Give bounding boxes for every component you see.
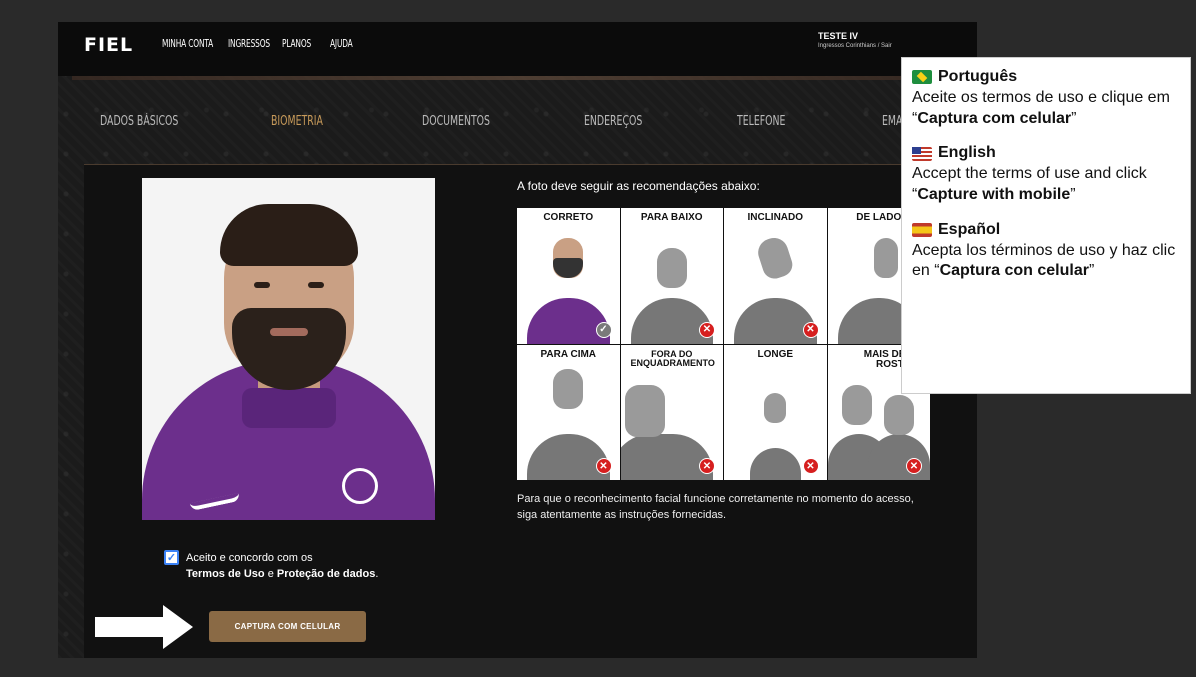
example-head	[624, 384, 665, 437]
example-longe: LONGE ✕	[724, 344, 827, 480]
step-enderecos[interactable]: ENDEREÇOS	[584, 114, 642, 129]
example-label: CORRETO	[543, 212, 594, 223]
example-label: FORA DO ENQUADRAMENTO	[630, 348, 715, 368]
pointer-arrow-icon	[95, 605, 193, 649]
checkmark-icon: ✓	[166, 552, 177, 564]
user-block: TESTE IV Ingressos Corinthians / Sair	[818, 31, 892, 49]
example-label: LONGE	[757, 348, 794, 360]
terms-of-use-link[interactable]: Termos de Uso	[186, 568, 265, 580]
top-bar: FIEL MINHA CONTA INGRESSOS PLANOS AJUDA …	[58, 22, 977, 76]
photo-eye-right	[308, 282, 324, 288]
step-telefone[interactable]: TELEFONE	[737, 114, 785, 129]
example-para-baixo: PARA BAIXO ✕	[620, 208, 723, 344]
example-fora-do-enquadramento: FORA DO ENQUADRAMENTO ✕	[620, 344, 723, 480]
example-head	[656, 248, 687, 288]
instr-pt-bold: Captura com celular	[917, 109, 1072, 127]
club-crest-icon	[342, 468, 378, 504]
consent-text: Aceito e concordo com os Termos de Uso e…	[186, 551, 378, 583]
lang-heading-pt: Português	[938, 68, 1018, 85]
example-body	[527, 297, 610, 344]
example-body	[527, 434, 610, 480]
consent-connector: e	[267, 567, 274, 580]
nav-ajuda[interactable]: AJUDA	[330, 37, 369, 50]
instr-en-after: ”	[1070, 185, 1076, 203]
user-name: TESTE IV	[818, 31, 859, 41]
instr-es-bold: Captura con celular	[939, 262, 1089, 280]
photo-examples-grid: CORRETO ✓ PARA BAIXO ✕ INCLINADO ✕ DE LA…	[517, 208, 930, 480]
example-body	[750, 448, 801, 480]
example-label: PARA BAIXO	[640, 212, 703, 223]
consent-end: .	[375, 567, 379, 580]
header-divider	[72, 76, 963, 80]
user-links[interactable]: Ingressos Corinthians / Sair	[818, 43, 892, 49]
example-para-cima: PARA CIMA ✕	[517, 344, 620, 480]
nav-planos[interactable]: PLANOS	[282, 37, 311, 50]
step-biometria[interactable]: BIOMETRIA	[271, 114, 323, 129]
recommendations-note: Para que o reconhecimento facial funcion…	[517, 493, 914, 521]
step-documentos[interactable]: DOCUMENTOS	[422, 114, 490, 129]
consent-line: Aceito e concordo com os	[186, 552, 313, 564]
check-icon: ✓	[595, 321, 612, 338]
consent-checkbox[interactable]: ✓	[164, 550, 179, 565]
nav-minha-conta[interactable]: MINHA CONTA	[162, 37, 213, 50]
error-x-icon: ✕	[699, 321, 715, 338]
spain-flag-icon	[912, 223, 932, 238]
lang-heading-en: English	[938, 144, 996, 162]
example-body	[734, 297, 817, 344]
step-dados-basicos[interactable]: DADOS BÁSICOS	[100, 114, 178, 129]
example-head	[553, 368, 583, 409]
instr-en-bold: Capture with mobile	[917, 185, 1071, 203]
example-body	[630, 297, 713, 344]
error-x-icon: ✕	[802, 321, 819, 338]
us-flag-icon	[912, 146, 932, 161]
instructions-en: English Accept the terms of use and clic…	[912, 143, 1180, 205]
registration-steps: DADOS BÁSICOS BIOMETRIA DOCUMENTOS ENDER…	[84, 114, 977, 134]
example-body	[620, 434, 713, 480]
error-x-icon: ✕	[802, 458, 819, 474]
fiel-logo[interactable]: FIEL	[84, 34, 133, 56]
example-label: PARA CIMA	[540, 348, 597, 360]
example-head	[883, 394, 914, 435]
instructions-pt: Português Aceite os termos de uso e cliq…	[912, 67, 1180, 129]
instructions-es: Español Acepta los términos de uso y haz…	[912, 220, 1180, 282]
data-protection-link[interactable]: Proteção de dados	[277, 568, 375, 580]
photo-collar	[242, 388, 336, 428]
top-nav: MINHA CONTA INGRESSOS PLANOS AJUDA	[162, 37, 382, 50]
error-x-icon: ✕	[595, 458, 612, 474]
recommendations-title: A foto deve seguir as recomendações abai…	[517, 179, 760, 193]
photo-eye-left	[254, 282, 270, 288]
nav-ingressos[interactable]: INGRESSOS	[228, 37, 270, 50]
capture-with-mobile-button[interactable]: CAPTURA COM CELULAR	[209, 611, 366, 642]
example-head	[764, 392, 786, 423]
photo-mouth	[270, 328, 308, 336]
example-inclinado: INCLINADO ✕	[724, 208, 827, 344]
app-window: FIEL MINHA CONTA INGRESSOS PLANOS AJUDA …	[58, 22, 977, 658]
instr-es-after: ”	[1088, 262, 1095, 280]
captured-photo	[142, 178, 435, 520]
example-label: INCLINADO	[747, 212, 804, 223]
instructions-overlay: Português Aceite os termos de uso e cliq…	[901, 57, 1191, 394]
example-head	[841, 384, 872, 425]
error-x-icon: ✕	[699, 458, 715, 474]
instr-pt-after: ”	[1071, 109, 1077, 127]
photo-hair	[220, 204, 358, 266]
example-head	[754, 234, 796, 282]
example-correto: CORRETO ✓	[517, 208, 620, 344]
error-x-icon: ✕	[906, 458, 922, 474]
example-head	[873, 238, 898, 278]
lang-heading-es: Español	[938, 220, 1001, 238]
brazil-flag-icon	[912, 70, 932, 85]
